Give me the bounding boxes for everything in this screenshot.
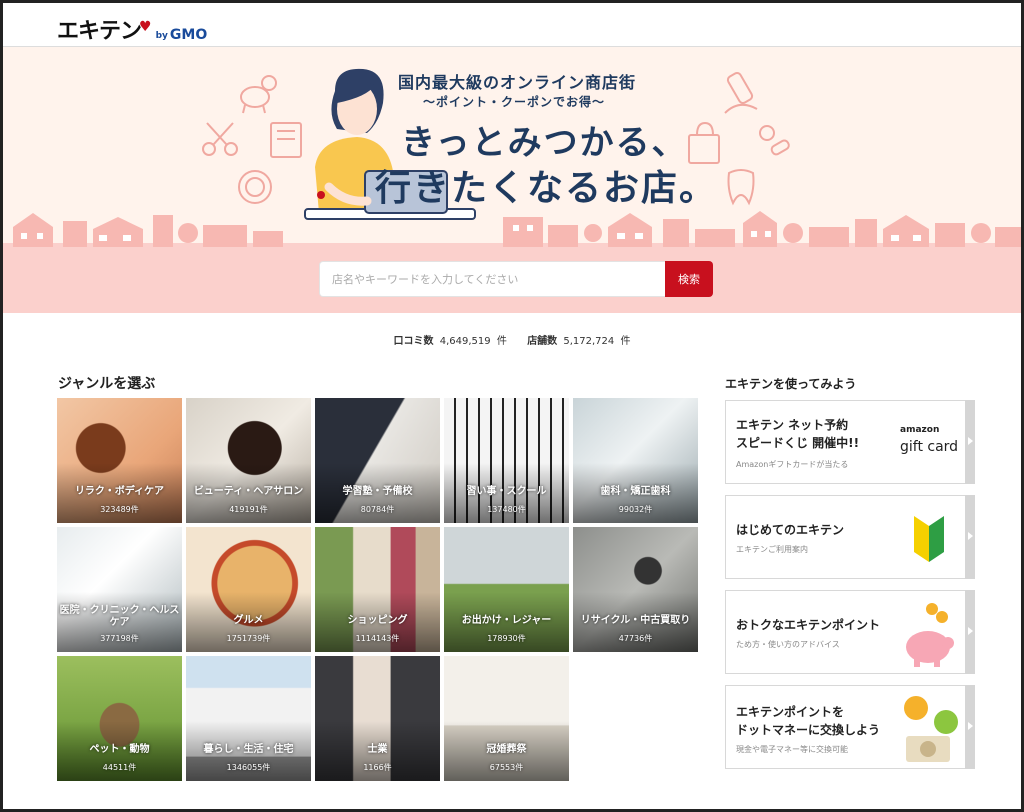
- reviews-unit: 件: [496, 336, 507, 347]
- genre-name: 習い事・スクール: [466, 486, 547, 497]
- genre-count: 178930件: [487, 634, 526, 643]
- genre-tile-pet[interactable]: ペット・動物 44511件: [57, 656, 182, 781]
- genre-tile-gourmet[interactable]: グルメ 1751739件: [186, 527, 311, 652]
- genre-tile-relaxation[interactable]: リラク・ボディケア 323489件: [57, 398, 182, 523]
- genre-count: 47736件: [618, 634, 653, 643]
- hero-subtitle: 国内最大級のオンライン商店街: [398, 73, 637, 92]
- logo-text: エキテン: [57, 19, 142, 44]
- genre-tile-recycle[interactable]: リサイクル・中古買取り 47736件: [573, 527, 698, 652]
- genre-name: リラク・ボディケア: [74, 486, 165, 497]
- card-first-time-guide[interactable]: はじめてのエキテン エキテンご利用案内: [725, 495, 975, 579]
- genre-count: 99032件: [618, 505, 653, 514]
- hero-headline-line2: 行きたくなるお店。: [375, 168, 718, 209]
- amazon-logo: amazon: [900, 425, 940, 435]
- gift-card-logo: gift card: [900, 439, 959, 455]
- card-title-line2: ドットマネーに交換しよう: [736, 723, 881, 737]
- town-skyline-illustration: [13, 211, 1021, 247]
- card-point-advice[interactable]: おトクなエキテンポイント ため方・使い方のアドバイス: [725, 590, 975, 674]
- scissors-icon: [202, 122, 238, 156]
- genre-count: 419191件: [229, 505, 268, 514]
- genre-tile-lessons[interactable]: 習い事・スクール 137480件: [444, 398, 569, 523]
- genre-name: お出かけ・レジャー: [461, 615, 552, 626]
- genre-count: 377198件: [100, 634, 139, 643]
- card-title-line1: エキテンポイントを: [736, 705, 845, 719]
- hand-cream-icon: [724, 71, 758, 114]
- genre-tile-living[interactable]: 暮らし・生活・住宅 1346055件: [186, 656, 311, 781]
- card-subtitle: 現金や電子マネー等に交換可能: [736, 745, 848, 754]
- search-button[interactable]: 検索: [665, 261, 713, 297]
- genre-name: 暮らし・生活・住宅: [203, 744, 294, 755]
- genre-count: 44511件: [102, 763, 137, 772]
- genre-name: リサイクル・中古買取り: [580, 615, 691, 626]
- genre-name: グルメ: [233, 615, 264, 626]
- hero-banner: 国内最大級のオンライン商店街 ～ポイント・クーポンでお得～ きっとみつかる、 行…: [3, 47, 1021, 313]
- card-subtitle: ため方・使い方のアドバイス: [736, 640, 840, 649]
- genre-grid: リラク・ボディケア 323489件 ビューティ・ヘアサロン 419191件 学習…: [57, 398, 701, 781]
- site-logo[interactable]: エキテン ♥ by GMO: [57, 13, 207, 45]
- point-money-icon: [904, 696, 958, 762]
- genre-count: 1114143件: [355, 634, 400, 643]
- hero-tagline: ～ポイント・クーポンでお得～: [423, 95, 606, 109]
- genre-count: 67553件: [489, 763, 524, 772]
- beginner-mark-icon: [914, 516, 944, 562]
- dog-icon: [240, 75, 277, 114]
- genre-section-title: ジャンルを選ぶ: [58, 376, 156, 392]
- logo-by: by: [155, 31, 168, 41]
- heart-icon: ♥: [139, 19, 152, 35]
- genre-count: 80784件: [360, 505, 395, 514]
- card-dot-money-exchange[interactable]: エキテンポイントを ドットマネーに交換しよう 現金や電子マネー等に交換可能: [725, 685, 975, 769]
- genre-tile-beauty[interactable]: ビューティ・ヘアサロン 419191件: [186, 398, 311, 523]
- hero-headline-line1: きっとみつかる、: [401, 123, 688, 163]
- card-net-reservation-lottery[interactable]: エキテン ネット予約 スピードくじ 開催中!! Amazonギフトカードが当たる…: [725, 400, 975, 484]
- genre-count: 1346055件: [226, 763, 271, 772]
- sidebar-title: エキテンを使ってみよう: [725, 377, 857, 391]
- chevron-right-icon: [965, 685, 975, 769]
- chevron-right-icon: [965, 590, 975, 674]
- stores-label: 店舗数: [527, 336, 558, 347]
- genre-name: ビューティ・ヘアサロン: [193, 486, 304, 497]
- logo-gmo: GMO: [169, 27, 208, 43]
- piggy-bank-icon: [906, 603, 954, 667]
- site-stats: 口コミ数 4,649,519 件 店舗数 5,172,724 件: [0, 332, 1024, 347]
- genre-tile-cram-school[interactable]: 学習塾・予備校 80784件: [315, 398, 440, 523]
- card-title: おトクなエキテンポイント: [736, 618, 881, 632]
- card-title-line1: エキテン ネット予約: [736, 418, 849, 432]
- card-title-line2: スピードくじ 開催中!!: [736, 436, 860, 450]
- site-header: エキテン ♥ by GMO: [3, 3, 1021, 47]
- card-title: はじめてのエキテン: [736, 523, 845, 537]
- genre-name: 士業: [367, 744, 388, 755]
- search-input[interactable]: [319, 261, 665, 297]
- chevron-right-icon: [965, 400, 975, 484]
- genre-count: 1166件: [363, 763, 392, 772]
- genre-tile-shopping[interactable]: ショッピング 1114143件: [315, 527, 440, 652]
- reviews-label: 口コミ数: [393, 336, 434, 347]
- genre-tile-clinic[interactable]: 医院・クリニック・ヘルスケア 377198件: [57, 527, 182, 652]
- genre-count: 137480件: [487, 505, 526, 514]
- genre-tile-ceremony[interactable]: 冠婚葬祭 67553件: [444, 656, 569, 781]
- genre-name: 歯科・矯正歯科: [600, 486, 671, 497]
- genre-tile-leisure[interactable]: お出かけ・レジャー 178930件: [444, 527, 569, 652]
- genre-name: ショッピング: [347, 615, 408, 626]
- medicine-icon: [759, 125, 790, 156]
- chevron-right-icon: [965, 495, 975, 579]
- genre-name: 学習塾・予備校: [342, 486, 413, 497]
- genre-tile-dental[interactable]: 歯科・矯正歯科 99032件: [573, 398, 698, 523]
- genre-tile-professional[interactable]: 士業 1166件: [315, 656, 440, 781]
- genre-name: ペット・動物: [89, 744, 150, 755]
- reviews-count: 4,649,519: [439, 336, 491, 347]
- stores-count: 5,172,724: [563, 336, 615, 347]
- genre-count: 323489件: [100, 505, 139, 514]
- genre-count: 1751739件: [226, 634, 271, 643]
- stores-unit: 件: [620, 336, 631, 347]
- card-subtitle: Amazonギフトカードが当たる: [736, 460, 849, 469]
- tooth-icon: [727, 169, 755, 206]
- genre-name: 冠婚葬祭: [486, 744, 527, 755]
- food-plate-icon: [238, 170, 272, 204]
- search-bar: 検索: [319, 261, 713, 297]
- card-subtitle: エキテンご利用案内: [736, 545, 808, 554]
- genre-name: 医院・クリニック・ヘルスケア: [59, 605, 180, 628]
